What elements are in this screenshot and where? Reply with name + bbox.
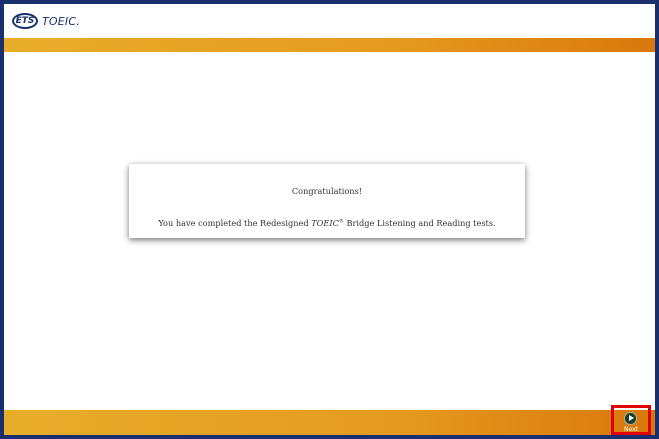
dialog-message: You have completed the Redesigned TOEIC®…: [129, 218, 525, 228]
ets-toeic-logo: ETS TOEIC.: [12, 12, 80, 30]
bottom-orange-band: [4, 410, 655, 435]
top-orange-band: [4, 38, 655, 52]
play-circle-icon: [624, 412, 637, 425]
test-screen: ETS TOEIC. Congratulations! You have com…: [4, 4, 655, 435]
header: ETS TOEIC.: [4, 4, 655, 38]
toeic-logo-text: TOEIC.: [42, 14, 80, 28]
completion-dialog: Congratulations! You have completed the …: [129, 164, 525, 238]
message-suffix: Bridge Listening and Reading tests.: [343, 218, 496, 228]
window-frame: ETS TOEIC. Congratulations! You have com…: [0, 0, 659, 439]
ets-logo-badge: ETS: [12, 13, 38, 29]
main-content: Congratulations! You have completed the …: [4, 52, 655, 410]
message-prefix: You have completed the Redesigned: [158, 218, 312, 228]
dialog-title: Congratulations!: [291, 186, 363, 196]
message-brand: TOEIC: [311, 218, 339, 228]
next-label: Next: [624, 426, 638, 433]
next-button[interactable]: Next: [611, 405, 651, 435]
